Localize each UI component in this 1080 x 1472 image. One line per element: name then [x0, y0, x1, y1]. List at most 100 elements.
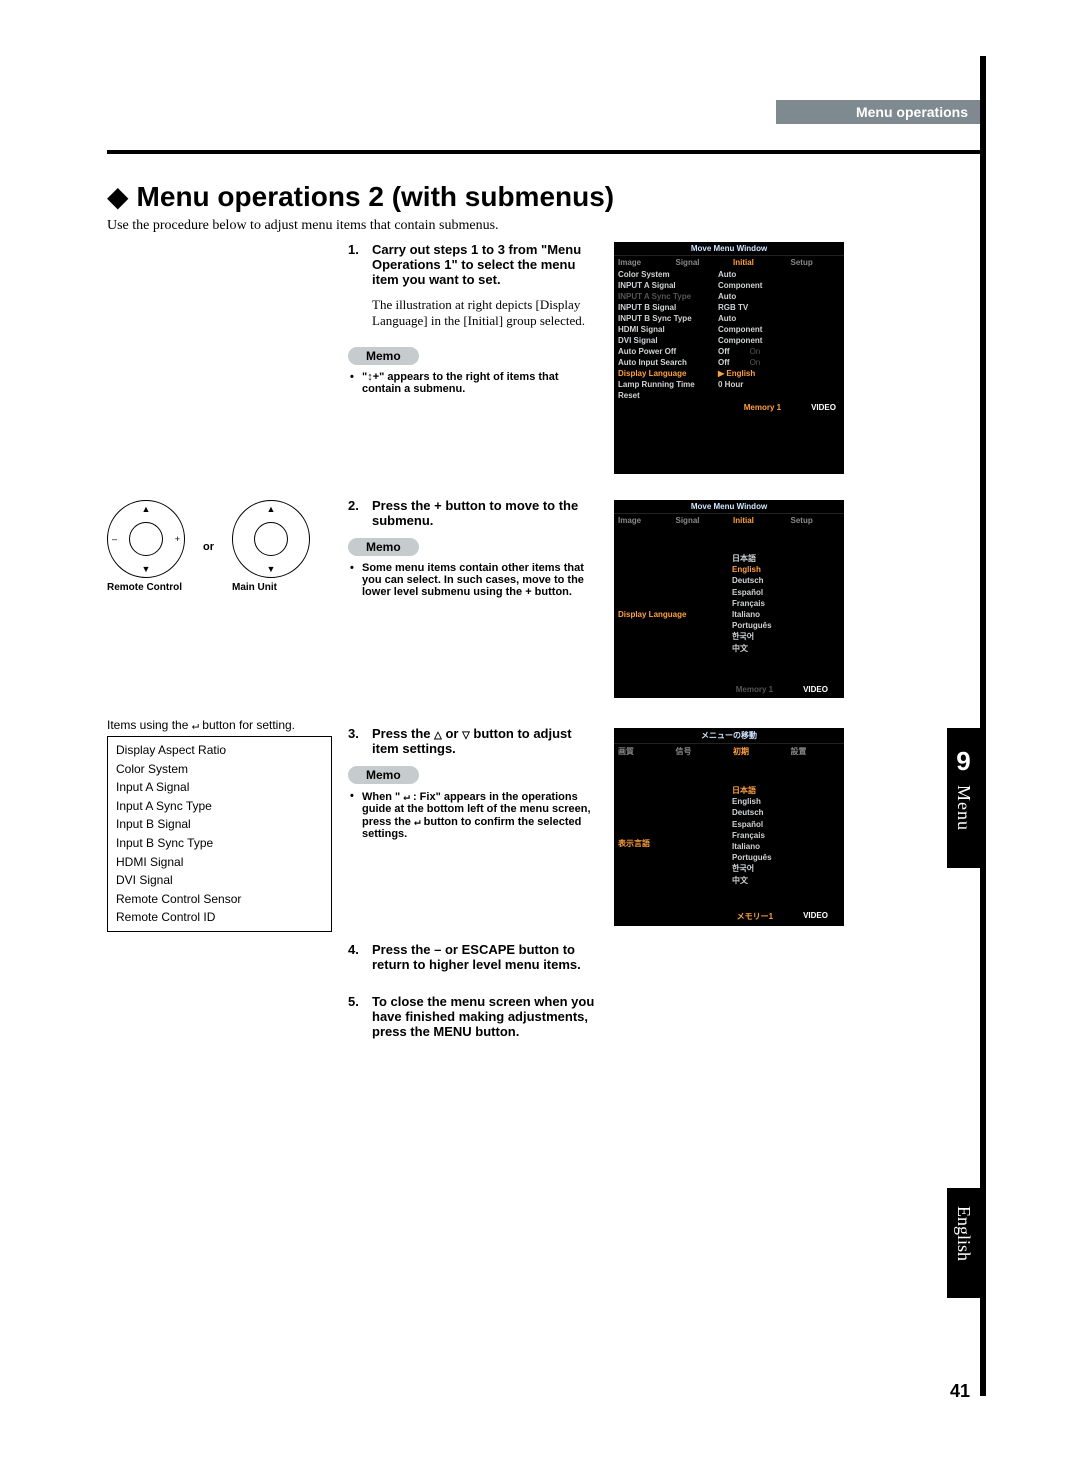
language-item: 日本語: [732, 785, 844, 796]
osd-footer: Memory 1 VIDEO: [614, 401, 844, 414]
osd-rows: Color SystemAutoINPUT A SignalComponentI…: [614, 269, 844, 401]
osd-tab: Setup: [787, 513, 845, 527]
osd-tabs: 画質信号初期設置: [614, 743, 844, 759]
language-item: Español: [732, 819, 844, 830]
osd-key: Auto Power Off: [618, 347, 718, 356]
step-number: 1.: [348, 242, 364, 287]
step-text: To close the menu screen when you have f…: [372, 994, 596, 1039]
triangle-down-icon: ▽: [462, 730, 470, 741]
osd-tab: Initial: [729, 255, 787, 269]
list-item: Input A Sync Type: [116, 797, 323, 816]
osd-key: Lamp Running Time: [618, 380, 718, 389]
list-item: Input B Signal: [116, 815, 323, 834]
osd-value: Component: [718, 325, 762, 334]
osd-value: Auto: [718, 314, 736, 323]
osd-key: INPUT A Signal: [618, 281, 718, 290]
osd-tab: Image: [614, 513, 672, 527]
osd-footer: Memory 1 VIDEO: [622, 683, 836, 696]
language-item: 한국어: [732, 631, 844, 642]
vertical-rule: [980, 56, 986, 1396]
osd-key: Color System: [618, 270, 718, 279]
list-item: DVI Signal: [116, 871, 323, 890]
memo-badge: Memo: [348, 347, 419, 365]
arrow-down-icon: ▼: [142, 564, 151, 574]
osd-tab: Initial: [729, 513, 787, 527]
intro-text: Use the procedure below to adjust menu i…: [107, 218, 499, 234]
osd-row: Auto Input SearchOffOn: [614, 357, 844, 368]
step-1-block: 1. Carry out steps 1 to 3 from "Menu Ope…: [348, 242, 596, 395]
enter-icon: ↵: [192, 718, 199, 732]
step-number: 3.: [348, 726, 364, 756]
osd-screenshot-1: Move Menu Window ImageSignalInitialSetup…: [614, 242, 844, 474]
items-box: Items using the ↵ button for setting. Di…: [107, 718, 332, 932]
osd-value: 0 Hour: [718, 380, 743, 389]
remote-label: Remote Control: [107, 582, 185, 593]
step-1-note: The illustration at right depicts [Displ…: [372, 297, 596, 329]
osd-value: Off: [718, 347, 730, 356]
osd-key: INPUT A Sync Type: [618, 292, 718, 301]
step-1: 1. Carry out steps 1 to 3 from "Menu Ope…: [348, 242, 596, 287]
list-item: Input B Sync Type: [116, 834, 323, 853]
step-number: 5.: [348, 994, 364, 1039]
list-item: Display Aspect Ratio: [116, 741, 323, 760]
enter-icon: ↵: [414, 815, 421, 828]
language-item: Português: [732, 852, 844, 863]
memory-label: Memory 1: [744, 403, 781, 412]
arrow-down-icon: ▼: [267, 564, 276, 574]
document-page: Menu operations ◆ Menu operations 2 (wit…: [0, 0, 1080, 1472]
controls-illustration: ▲ ▼ – + Remote Control or ▲ ▼ Main Unit: [107, 500, 327, 593]
list-item: Input A Signal: [116, 778, 323, 797]
or-label: or: [203, 541, 214, 553]
osd-value: Auto: [718, 292, 736, 301]
osd-key: INPUT B Signal: [618, 303, 718, 312]
main-unit-diagram: ▲ ▼ Main Unit: [232, 500, 310, 593]
dpad-inner: [254, 522, 288, 556]
osd-row: HDMI SignalComponent: [614, 324, 844, 335]
step-text: Press the – or ESCAPE button to return t…: [372, 942, 596, 972]
osd-row: Lamp Running Time0 Hour: [614, 379, 844, 390]
memo-1-text: "↕+" appears to the right of items that …: [362, 371, 596, 395]
dpad-circle: ▲ ▼: [232, 500, 310, 578]
step-text: Press the + button to move to the submen…: [372, 498, 596, 528]
video-label: VIDEO: [811, 403, 836, 412]
language-tab: English: [947, 1188, 980, 1298]
arrow-up-icon: ▲: [267, 504, 276, 514]
enter-icon: ↵: [403, 790, 410, 803]
minus-label: –: [112, 534, 117, 544]
language-item: Español: [732, 587, 844, 598]
memo3-pre: When ": [362, 791, 403, 803]
triangle-up-icon: △: [434, 730, 442, 741]
osd-value: Auto: [718, 270, 736, 279]
section-header-tab: Menu operations: [776, 100, 980, 124]
chapter-number: 9: [956, 746, 970, 777]
osd-row: INPUT A SignalComponent: [614, 280, 844, 291]
language-label: English: [953, 1206, 974, 1261]
step-text: Carry out steps 1 to 3 from "Menu Operat…: [372, 242, 596, 287]
diamond-icon: ◆: [107, 180, 129, 213]
osd-key: HDMI Signal: [618, 325, 718, 334]
language-item: English: [732, 564, 844, 575]
osd-side-label: 表示言語: [618, 838, 718, 849]
osd-option: On: [750, 347, 761, 356]
osd-screenshot-3: メニューの移動 画質信号初期設置 表示言語 日本語EnglishDeutschE…: [614, 728, 844, 926]
osd-row: INPUT A Sync TypeAuto: [614, 291, 844, 302]
language-list: 日本語EnglishDeutschEspañolFrançaisItaliano…: [614, 553, 844, 654]
language-item: 한국어: [732, 863, 844, 874]
step-3-pre: Press the: [372, 726, 434, 741]
osd-key: DVI Signal: [618, 336, 718, 345]
osd-row: DVI SignalComponent: [614, 335, 844, 346]
step-2-block: 2. Press the + button to move to the sub…: [348, 498, 596, 598]
page-title: Menu operations 2 (with submenus): [137, 181, 615, 213]
list-item: Remote Control Sensor: [116, 890, 323, 909]
memo-badge: Memo: [348, 766, 419, 784]
dpad-circle: ▲ ▼ – +: [107, 500, 185, 578]
osd-value: ▶ English: [718, 369, 755, 378]
osd-title: メニューの移動: [614, 728, 844, 743]
osd-tabs: ImageSignalInitialSetup: [614, 255, 844, 269]
osd-key: INPUT B Sync Type: [618, 314, 718, 323]
osd-tab: 画質: [614, 743, 672, 759]
osd-value: Off: [718, 358, 730, 367]
step-3-mid: or: [442, 726, 462, 741]
step-3: 3. Press the △ or ▽ button to adjust ite…: [348, 726, 596, 756]
page-title-row: ◆ Menu operations 2 (with submenus): [107, 180, 614, 213]
